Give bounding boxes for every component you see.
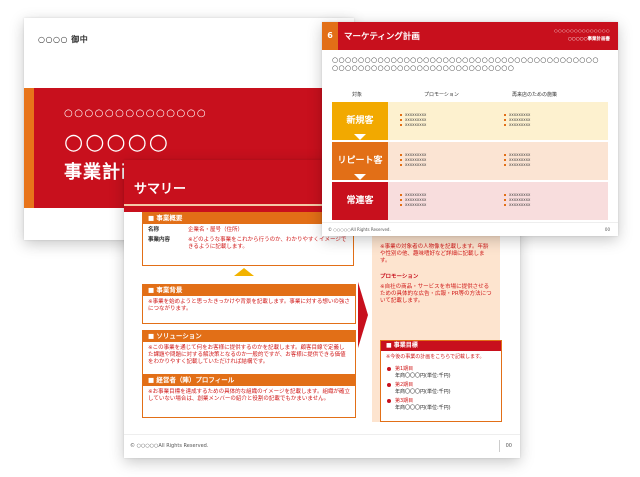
- motive-text: ※事業を始めようと思ったきっかけや背景を記載します。事業に対する想いの強さにつな…: [148, 299, 350, 312]
- content-key: 事業内容: [148, 237, 171, 243]
- content-value: ※どのような事業をこれから行うのか、わかりやすくイメージできるように記載します。: [188, 237, 347, 250]
- management-text: ※お事業目標を達成するための具体的な組織のイメージを記載します。組織が確立してい…: [148, 389, 350, 402]
- promotion-cell: xxxxxxxxx xxxxxxxxx xxxxxxxxx: [394, 142, 484, 180]
- motive-box: ■ 事業背景 ※事業を始めようと思ったきっかけや背景を記載します。事業に対する想…: [142, 284, 356, 324]
- revisit-cell: xxxxxxxxx xxxxxxxxx xxxxxxxxx: [498, 102, 588, 140]
- page-number: 00: [604, 227, 610, 232]
- target-text: ※事業の対象者の人物像を記載します。年齢や性別の他、趣味嗜好など詳細に記載します…: [380, 244, 489, 264]
- summary-footer: © ○○○○○All Rights Reserved. 00: [124, 434, 520, 458]
- segment-regular: 常連客: [332, 182, 388, 220]
- page-number: 00: [505, 443, 512, 449]
- cover-accent-bar: [24, 88, 34, 208]
- marketing-title: マーケティング計画: [344, 32, 420, 42]
- goal-intro: ※今後の事業の計画をこちらで記載します。: [386, 354, 485, 360]
- promotion-text: ※自社の商品・サービスを市場に提供させるための具体的な広告・広報・PR等の方法に…: [380, 284, 492, 304]
- revisit-cell: xxxxxxxxx xxxxxxxxx xxxxxxxxx: [498, 142, 588, 180]
- goal-heading: ■ 事業目標: [381, 341, 501, 351]
- promotion-cell: xxxxxxxxx xxxxxxxxx xxxxxxxxx: [394, 182, 484, 220]
- management-box: ■ 経営者（陣）プロフィール ※お事業目標を達成するための具体的な組織のイメージ…: [142, 374, 356, 418]
- marketing-footer: © ○○○○○All Rights Reserved. 00: [322, 222, 618, 236]
- goal-text: 年商〇〇〇円(単位:千円): [395, 388, 451, 395]
- bullet-icon: [387, 367, 391, 371]
- copyright: © ○○○○○All Rights Reserved.: [328, 227, 391, 232]
- cover-subtitle: ○○○○○○○○○○○○○○: [64, 108, 208, 119]
- goal-item: 第1期目 年商〇〇〇円(単位:千円): [381, 366, 501, 379]
- goal-text: 年商〇〇〇円(単位:千円): [395, 372, 451, 379]
- copyright: © ○○○○○All Rights Reserved.: [130, 443, 209, 449]
- name-key: 名称: [148, 227, 160, 233]
- down-arrow-icon: [354, 134, 366, 140]
- cover-addressee: ○○○○ 御中: [38, 35, 89, 44]
- cover-title-company: ○○○○○: [64, 130, 170, 155]
- solution-heading: ■ ソリューション: [143, 331, 355, 342]
- motive-heading: ■ 事業背景: [143, 285, 355, 296]
- header-promotion: プロモーション: [424, 92, 459, 98]
- goal-box: ■ 事業目標 ※今後の事業の計画をこちらで記載します。 第1期目 年商〇〇〇円(単…: [380, 340, 502, 422]
- goal-item: 第2期目 年商〇〇〇円(単位:千円): [381, 382, 501, 395]
- header-revisit: 再来店のための施策: [512, 92, 558, 98]
- summary-header-line: [124, 204, 324, 206]
- marketing-header: 6 マーケティング計画 ○○○○○○○○○○○○○○ ○○○○○事業計画書: [322, 22, 618, 50]
- marketing-description: ○○○○○○○○○○○○○○○○○○○○○○○○○○○○○○○○○○○○○○○○…: [332, 56, 599, 72]
- up-triangle-icon: [234, 268, 254, 276]
- promotion-cell: xxxxxxxxx xxxxxxxxx xxxxxxxxx: [394, 102, 484, 140]
- marketing-slide: 6 マーケティング計画 ○○○○○○○○○○○○○○ ○○○○○事業計画書 ○○…: [322, 22, 618, 236]
- management-heading: ■ 経営者（陣）プロフィール: [143, 375, 355, 386]
- promotion-label: プロモーション: [380, 274, 419, 280]
- goal-item: 第3期目 年商〇〇〇円(単位:千円): [381, 398, 501, 411]
- down-arrow-icon: [354, 174, 366, 180]
- bullet-icon: [387, 399, 391, 403]
- right-arrow-icon: [358, 282, 368, 348]
- revisit-cell: xxxxxxxxx xxxxxxxxx xxxxxxxxx: [498, 182, 588, 220]
- corner-doc-title: ○○○○○事業計画書: [567, 37, 610, 42]
- goal-text: 年商〇〇〇円(単位:千円): [395, 404, 451, 411]
- name-value: 企業名・屋号（住所）: [188, 227, 244, 233]
- summary-title: サマリー: [134, 182, 187, 197]
- solution-text: ※この事業を通じて何をお客様に提供するのかを記載します。顧客目線で定義した課題や…: [148, 345, 346, 365]
- header-target: 対象: [352, 92, 363, 98]
- solution-box: ■ ソリューション ※この事業を通じて何をお客様に提供するのかを記載します。顧客…: [142, 330, 356, 378]
- corner-subtitle: ○○○○○○○○○○○○○○: [554, 28, 610, 33]
- slide-number: 6: [322, 22, 338, 50]
- bullet-icon: [387, 383, 391, 387]
